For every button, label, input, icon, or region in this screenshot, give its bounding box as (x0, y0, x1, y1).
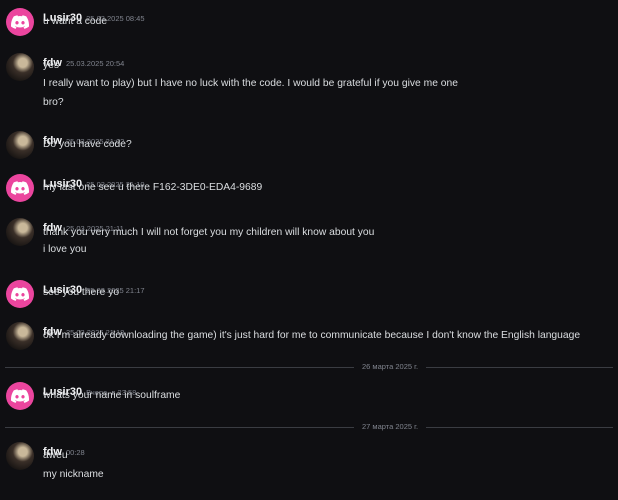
message-text: my nickname (43, 469, 104, 480)
discord-logo-icon[interactable] (6, 382, 34, 410)
message-text: bro? (43, 97, 64, 108)
avatar[interactable] (6, 218, 34, 246)
divider-line (5, 366, 354, 368)
discord-logo-icon[interactable] (6, 8, 34, 36)
discord-logo-icon[interactable] (6, 280, 34, 308)
date-divider: 27 марта 2025 г. (0, 422, 618, 432)
divider-line (426, 366, 613, 368)
avatar[interactable] (6, 442, 34, 470)
chat-messages: Lusir30 25.03.2025 08:45 u want a code fdw 2… (0, 0, 618, 500)
avatar[interactable] (6, 322, 34, 350)
message-text: whats your name in soulframe (43, 390, 181, 401)
message-text: aweu (43, 450, 68, 461)
message-text: i love you (43, 244, 87, 255)
message-text: u want a code (43, 16, 108, 27)
message-text: ok I'm already downloading the game) it'… (43, 330, 581, 341)
message-text: Do you have code? (43, 139, 132, 150)
avatar[interactable] (6, 131, 34, 159)
message-text: thank you very much I will not forget yo… (43, 227, 375, 238)
message-text: I really want to play) but I have no luc… (43, 78, 458, 89)
divider-date-label: 27 марта 2025 г. (362, 422, 419, 431)
divider-date-label: 26 марта 2025 г. (362, 362, 419, 371)
message-text: yes (43, 60, 60, 71)
date-divider: 26 марта 2025 г. (0, 362, 618, 372)
message-timestamp: 00:28 (65, 448, 85, 457)
avatar[interactable] (6, 53, 34, 81)
message-text: see you there yo (43, 287, 120, 298)
divider-line (426, 426, 613, 428)
message-timestamp: 25.03.2025 20:54 (65, 59, 125, 68)
discord-logo-icon[interactable] (6, 174, 34, 202)
message-text: my last one see u there F162-3DE0-EDA4-9… (43, 182, 263, 193)
divider-line (5, 426, 354, 428)
